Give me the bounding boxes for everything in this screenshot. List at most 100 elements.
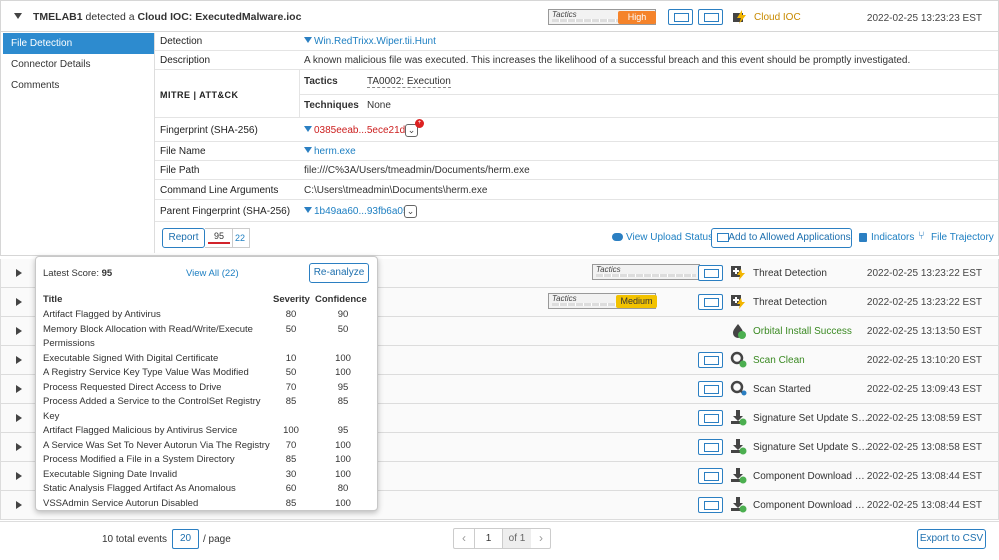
view-all-link[interactable]: View All (22)	[186, 268, 239, 279]
file-trajectory-link[interactable]: File Trajectory	[931, 232, 994, 243]
score-row-title: Memory Block Allocation with Read/Write/…	[43, 323, 253, 335]
expand-triangle-icon[interactable]	[16, 269, 22, 277]
file-analysis-icon[interactable]	[668, 9, 693, 25]
expand-triangle-icon[interactable]	[16, 443, 22, 451]
mitre-attack-logo: MITRE | ATT&CK	[160, 90, 239, 100]
page-input[interactable]: 1	[474, 529, 503, 548]
filepath-value: file:///C%3A/Users/tmeadmin/Documents/he…	[304, 165, 530, 176]
list-icon	[717, 233, 729, 242]
event-header[interactable]: TMELAB1 detected a Cloud IOC: ExecutedMa…	[0, 0, 999, 32]
add-allowed-button[interactable]: Add to Allowed Applications	[711, 228, 852, 248]
collapse-triangle-icon[interactable]	[14, 13, 22, 19]
filename-link[interactable]: herm.exe	[304, 146, 356, 157]
notification-badge: +	[415, 119, 424, 128]
expand-triangle-icon[interactable]	[16, 472, 22, 480]
detection-label: Detection	[160, 36, 203, 47]
tactics-value[interactable]: TA0002: Execution	[367, 76, 451, 88]
event-name: Component Download Su...	[753, 500, 871, 511]
event-timestamp: 2022-02-25 13:08:58 EST	[866, 442, 982, 453]
computer-icon[interactable]	[698, 439, 723, 455]
event-name: Component Download Su...	[753, 471, 871, 482]
report-button[interactable]: Report	[162, 228, 205, 248]
computer-icon[interactable]	[698, 468, 723, 484]
divider	[299, 94, 998, 95]
latest-score: Latest Score: 95	[43, 268, 112, 279]
event-timestamp: 2022-02-25 13:23:22 EST	[866, 268, 982, 279]
score-row-title: Process Requested Direct Access to Drive	[43, 381, 222, 393]
fingerprint-link[interactable]: 0385eeab...5ece21da	[304, 125, 411, 136]
computer-icon[interactable]	[698, 381, 723, 397]
score-row-title-cont: Permissions	[43, 338, 95, 349]
tactics-bar-label: Tactics	[552, 10, 577, 19]
score-row-confidence: 50	[337, 323, 349, 335]
expand-triangle-icon[interactable]	[16, 327, 22, 335]
parent-label: Parent Fingerprint (SHA-256)	[160, 206, 291, 217]
score-row-severity: 10	[285, 352, 297, 364]
score-row-severity: 30	[285, 468, 297, 480]
score-row-title: Artifact Flagged by Antivirus	[43, 309, 161, 320]
event-name: Orbital Install Success	[753, 326, 852, 337]
download-icon	[730, 438, 747, 455]
next-page-button[interactable]: ›	[531, 529, 551, 548]
computer-icon[interactable]	[698, 294, 723, 310]
event-timestamp: 2022-02-25 13:10:20 EST	[866, 355, 982, 366]
fingerprint-value: 0385eeab...5ece21da	[314, 125, 411, 136]
prev-page-button[interactable]: ‹	[454, 529, 474, 548]
col-title: Title	[43, 294, 63, 305]
cmdline-row: Command Line Arguments C:\Users\tmeadmin…	[155, 180, 998, 200]
score-value[interactable]: 95	[208, 231, 230, 244]
detection-value: Win.RedTrixx.Wiper.tii.Hunt	[314, 36, 436, 47]
computer-icon[interactable]	[698, 352, 723, 368]
export-csv-button[interactable]: Export to CSV	[917, 529, 986, 549]
detected-text: detected a	[85, 11, 135, 23]
reanalyze-button[interactable]: Re-analyze	[309, 263, 369, 283]
computer-icon[interactable]	[698, 410, 723, 426]
expand-triangle-icon[interactable]	[16, 501, 22, 509]
score-row-title: A Service Was Set To Never Autorun Via T…	[43, 439, 270, 451]
event-name: Threat Detection	[753, 297, 827, 308]
divider	[232, 229, 233, 247]
score-row-severity: 85	[285, 396, 297, 407]
cmdline-value: C:\Users\tmeadmin\Documents\herm.exe	[304, 185, 488, 196]
fingerprint-label: Fingerprint (SHA-256)	[160, 125, 258, 136]
description-row: Description A known malicious file was e…	[155, 51, 998, 70]
computer-icon[interactable]	[698, 497, 723, 513]
detection-row: Detection Win.RedTrixx.Wiper.tii.Hunt	[155, 31, 998, 51]
score-box[interactable]: 95 22	[205, 228, 250, 248]
tab-connector-details[interactable]: Connector Details	[3, 54, 154, 75]
expand-triangle-icon[interactable]	[16, 356, 22, 364]
event-timestamp: 2022-02-25 13:08:44 EST	[866, 471, 982, 482]
view-upload-status-link[interactable]: View Upload Status	[626, 232, 713, 243]
tab-comments[interactable]: Comments	[3, 75, 154, 96]
description-value: A known malicious file was executed. Thi…	[304, 55, 911, 66]
tactics-bar-label: Tactics	[596, 265, 621, 274]
category-label: Cloud IOC	[754, 12, 801, 23]
computer-icon[interactable]	[698, 9, 723, 25]
tactics-bar-label: Tactics	[552, 294, 577, 303]
parent-link[interactable]: 1b49aa60...93fb6a05	[304, 206, 409, 217]
event-name: Scan Started	[753, 384, 811, 395]
header-timestamp: 2022-02-25 13:23:23 EST	[866, 13, 982, 24]
indicators-link[interactable]: Indicators	[871, 232, 914, 243]
score-row-severity: 85	[285, 497, 297, 509]
expand-triangle-icon[interactable]	[16, 385, 22, 393]
download-icon	[730, 409, 747, 426]
tab-file-detection[interactable]: File Detection	[3, 33, 154, 54]
expand-triangle-icon[interactable]	[16, 298, 22, 306]
threat-detection-icon	[730, 264, 747, 281]
col-severity: Severity	[273, 294, 310, 305]
score-row-confidence: 85	[337, 396, 349, 407]
score-row-confidence: 100	[335, 454, 351, 465]
computer-icon[interactable]	[698, 265, 723, 281]
per-page-select[interactable]: 20	[172, 529, 199, 549]
score-row-title-cont: Key	[43, 410, 60, 422]
filepath-row: File Path file:///C%3A/Users/tmeadmin/Do…	[155, 161, 998, 180]
total-events: 10 total events	[102, 534, 168, 545]
chevron-down-icon[interactable]: ⌄	[404, 205, 417, 218]
detection-link[interactable]: Win.RedTrixx.Wiper.tii.Hunt	[304, 36, 436, 47]
event-timestamp: 2022-02-25 13:08:44 EST	[866, 500, 982, 511]
expand-triangle-icon[interactable]	[16, 414, 22, 422]
score-row-confidence: 100	[335, 367, 351, 378]
techniques-label: Techniques	[304, 100, 359, 111]
score-total[interactable]: 22	[235, 233, 245, 243]
